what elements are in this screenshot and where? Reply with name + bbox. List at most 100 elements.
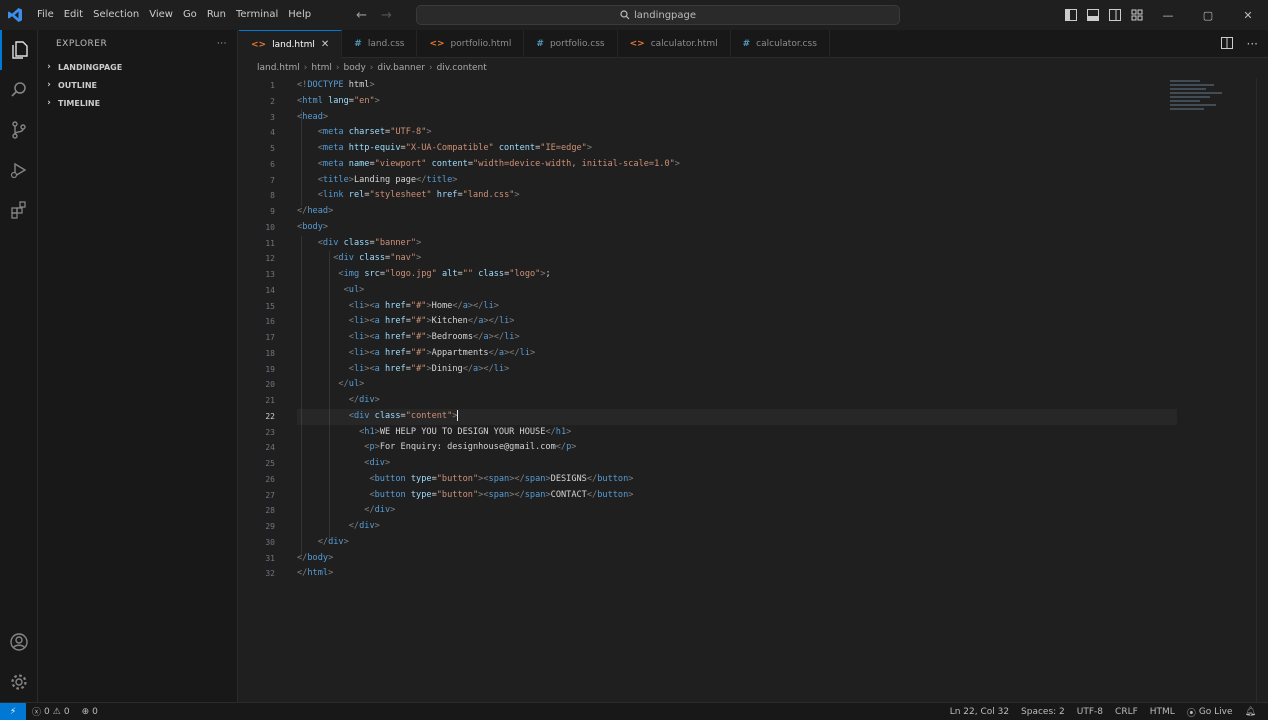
menu-run[interactable]: Run	[202, 0, 231, 30]
line-number: 32	[265, 569, 275, 579]
code-line[interactable]: <div class="banner">	[297, 236, 1177, 252]
code-line[interactable]: <li><a href="#">Dining</a></li>	[297, 362, 1177, 378]
minimap[interactable]	[1170, 78, 1230, 122]
line-number: 26	[265, 474, 275, 484]
tab-land-html[interactable]: <> land.html ✕	[239, 30, 343, 58]
problems-indicator[interactable]: ⓧ 0 ⚠ 0	[26, 705, 76, 719]
maximize-button[interactable]: ▢	[1188, 0, 1228, 30]
code-line[interactable]: <title>Landing page</title>	[297, 173, 1177, 189]
minimize-button[interactable]: —	[1148, 0, 1188, 30]
code-token: span	[524, 489, 546, 500]
ports-indicator[interactable]: ⊕ 0	[76, 707, 104, 717]
code-line[interactable]: <h1>WE HELP YOU TO DESIGN YOUR HOUSE</h1…	[297, 425, 1177, 441]
source-control-icon[interactable]	[0, 110, 38, 150]
code-line[interactable]: <li><a href="#">Bedrooms</a></li>	[297, 330, 1177, 346]
vertical-scrollbar[interactable]	[1256, 78, 1268, 702]
breadcrumb-item[interactable]: land.html	[257, 63, 300, 73]
breadcrumb-item[interactable]: html	[311, 63, 332, 73]
notifications-bell-icon[interactable]: 🔔︎	[1239, 707, 1262, 717]
tab-calculator-html[interactable]: <> calculator.html	[618, 30, 731, 58]
forward-arrow-icon[interactable]: →	[381, 8, 392, 23]
go-live-button[interactable]: ⦿ Go Live	[1181, 706, 1239, 719]
code-line[interactable]: </div>	[297, 535, 1177, 551]
tab-land-css[interactable]: # land.css	[342, 30, 418, 58]
code-token: ><	[364, 316, 375, 327]
cursor-position[interactable]: Ln 22, Col 32	[944, 707, 1015, 717]
code-line[interactable]: <li><a href="#">Kitchen</a></li>	[297, 314, 1177, 330]
menu-help[interactable]: Help	[283, 0, 316, 30]
run-debug-icon[interactable]	[0, 150, 38, 190]
more-actions-icon[interactable]: ···	[217, 39, 227, 49]
close-window-button[interactable]: ✕	[1228, 0, 1268, 30]
menu-view[interactable]: View	[144, 0, 178, 30]
code-token: li	[483, 300, 494, 311]
encoding[interactable]: UTF-8	[1071, 707, 1109, 717]
menu-go[interactable]: Go	[178, 0, 202, 30]
menu-terminal[interactable]: Terminal	[231, 0, 283, 30]
settings-gear-icon[interactable]	[0, 662, 38, 702]
more-actions-icon[interactable]: ···	[1247, 37, 1258, 51]
tab-portfolio-css[interactable]: # portfolio.css	[524, 30, 618, 58]
back-arrow-icon[interactable]: ←	[356, 8, 367, 23]
line-number: 6	[270, 159, 275, 169]
toggle-secondary-sidebar-icon[interactable]	[1104, 0, 1126, 30]
folder-section-landingpage[interactable]: › LANDINGPAGE	[38, 58, 237, 76]
code-line[interactable]: <li><a href="#">Appartments</a></li>	[297, 346, 1177, 362]
menu-edit[interactable]: Edit	[59, 0, 88, 30]
code-line[interactable]: <ul>	[297, 283, 1177, 299]
code-line[interactable]: <meta charset="UTF-8">	[297, 125, 1177, 141]
code-line[interactable]: <div class="content">	[297, 408, 1177, 425]
code-line[interactable]: <button type="button"><span></span>CONTA…	[297, 488, 1177, 504]
line-number: 24	[265, 443, 275, 453]
code-line[interactable]: <head>	[297, 110, 1177, 126]
breadcrumb-item[interactable]: div.banner	[377, 63, 425, 73]
language-mode[interactable]: HTML	[1144, 707, 1181, 717]
extensions-icon[interactable]	[0, 190, 38, 230]
code-line[interactable]: <div>	[297, 456, 1177, 472]
line-number: 4	[270, 128, 275, 138]
code-line[interactable]: </body>	[297, 551, 1177, 567]
menu-file[interactable]: File	[32, 0, 59, 30]
indentation[interactable]: Spaces: 2	[1015, 707, 1071, 717]
split-editor-icon[interactable]	[1220, 36, 1233, 52]
code-line[interactable]: <body>	[297, 220, 1177, 236]
tab-portfolio-html[interactable]: <> portfolio.html	[417, 30, 525, 58]
code-line[interactable]: <meta name="viewport" content="width=dev…	[297, 157, 1177, 173]
code-token: >	[328, 552, 334, 563]
accounts-icon[interactable]	[0, 622, 38, 662]
close-tab-icon[interactable]: ✕	[321, 39, 329, 50]
outline-section[interactable]: › OUTLINE	[38, 76, 237, 94]
code-line[interactable]: <li><a href="#">Home</a></li>	[297, 299, 1177, 315]
code-line[interactable]: <link rel="stylesheet" href="land.css">	[297, 188, 1177, 204]
toggle-primary-sidebar-icon[interactable]	[1060, 0, 1082, 30]
breadcrumb-item[interactable]: div.content	[437, 63, 487, 73]
code-line[interactable]: </head>	[297, 204, 1177, 220]
code-line[interactable]: <meta http-equiv="X-UA-Compatible" conte…	[297, 141, 1177, 157]
tab-calculator-css[interactable]: # calculator.css	[731, 30, 830, 58]
code-line[interactable]: </html>	[297, 566, 1177, 582]
code-line[interactable]: <div class="nav">	[297, 251, 1177, 267]
code-line[interactable]: </div>	[297, 519, 1177, 535]
code-line[interactable]: <button type="button"><span></span>DESIG…	[297, 472, 1177, 488]
command-center-search[interactable]: landingpage	[416, 5, 900, 25]
code-line[interactable]: </div>	[297, 503, 1177, 519]
breadcrumb-item[interactable]: body	[344, 63, 366, 73]
end-of-line[interactable]: CRLF	[1109, 707, 1144, 717]
code-content[interactable]: <!DOCTYPE html> <html lang="en"> <head> <m…	[297, 78, 1177, 582]
code-line[interactable]: </ul>	[297, 377, 1177, 393]
toggle-panel-icon[interactable]	[1082, 0, 1104, 30]
code-editor[interactable]: 1 2 3 4 5 6 7 8 9 10 11 12 13 14 15 16 17 18 19 20 21 22 23 24 2…	[239, 78, 1268, 702]
line-number: 16	[265, 317, 275, 327]
explorer-icon[interactable]	[0, 30, 38, 70]
code-line[interactable]: <p>For Enquiry: designhouse@gmail.com</p…	[297, 440, 1177, 456]
search-icon[interactable]	[0, 70, 38, 110]
remote-indicator-icon[interactable]: ⚡	[0, 702, 26, 720]
timeline-section[interactable]: › TIMELINE	[38, 94, 237, 112]
code-line[interactable]: <img src="logo.jpg" alt="" class="logo">…	[297, 267, 1177, 283]
menu-selection[interactable]: Selection	[88, 0, 144, 30]
customize-layout-icon[interactable]	[1126, 0, 1148, 30]
code-line[interactable]: </div>	[297, 393, 1177, 409]
code-line[interactable]: <html lang="en">	[297, 94, 1177, 110]
code-token: </	[297, 568, 308, 579]
code-line[interactable]: <!DOCTYPE html>	[297, 78, 1177, 94]
